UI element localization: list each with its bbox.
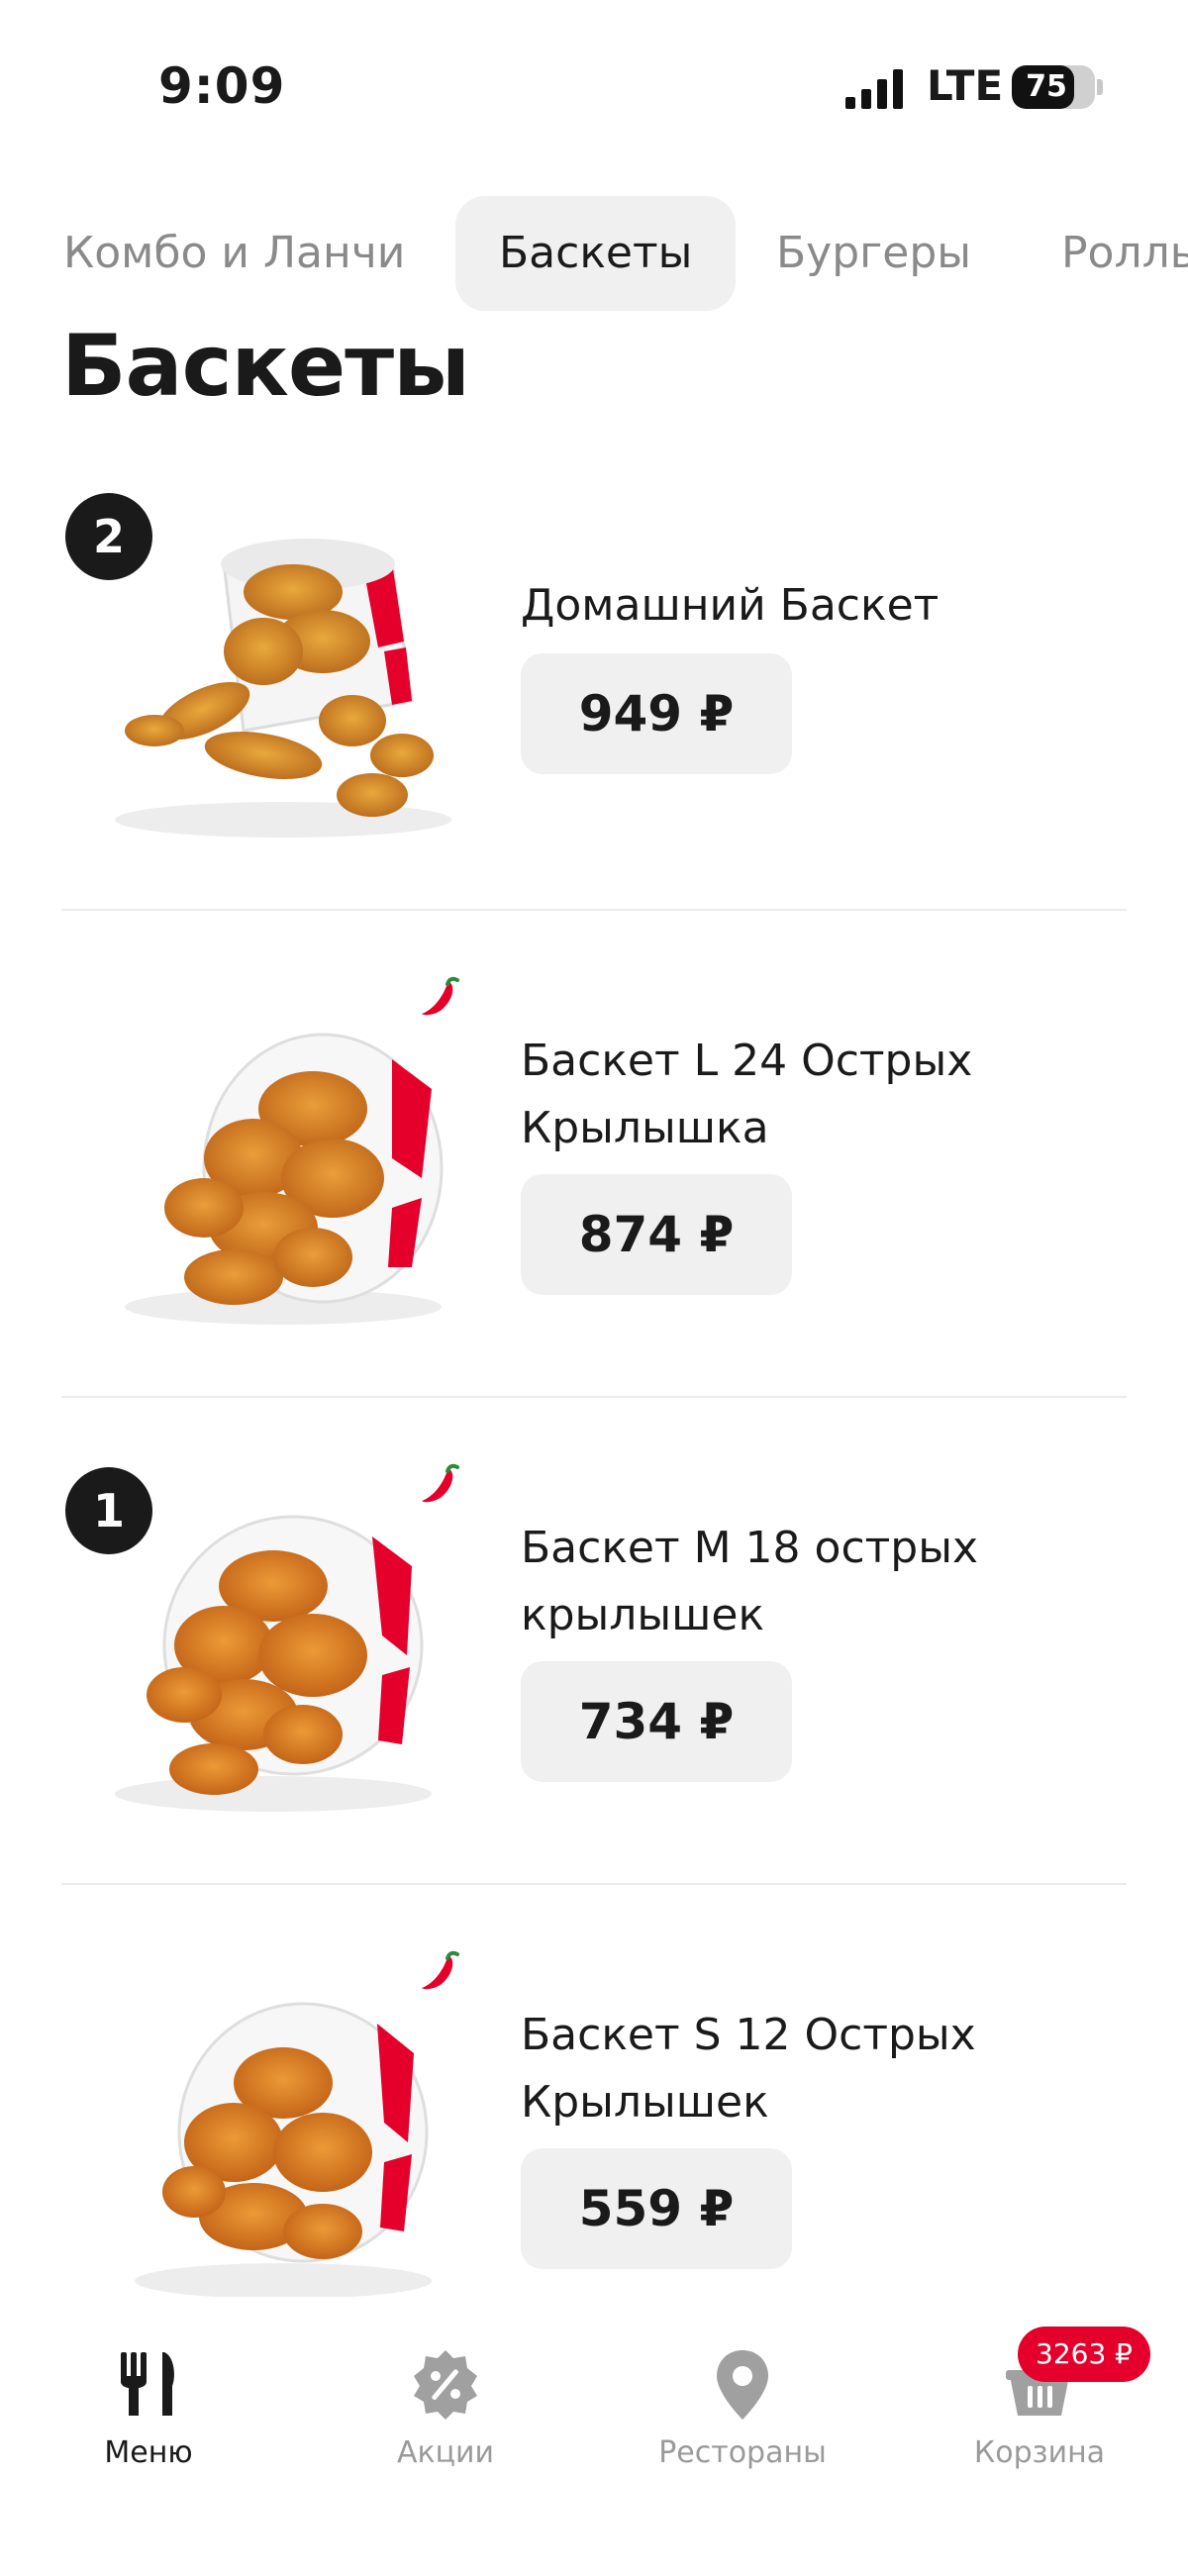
fork-knife-icon <box>121 2352 174 2416</box>
price-button[interactable]: 734 ₽ <box>521 1661 792 1782</box>
signal-icon <box>845 69 903 109</box>
price-button[interactable]: 949 ₽ <box>521 653 792 774</box>
price-button[interactable]: 874 ₽ <box>521 1174 792 1295</box>
status-time: 9:09 <box>158 57 286 115</box>
home-indicator <box>376 2534 812 2548</box>
tab-baskets[interactable]: Баскеты <box>455 196 737 311</box>
product-card[interactable]: 2 Домашний Баскет 949 ₽ <box>0 424 1188 911</box>
tab-rolls[interactable]: Роллы <box>1018 196 1188 311</box>
product-name: Баскет S 12 Острых Крылышек <box>521 2010 976 2128</box>
cart-total-badge: 3263 ₽ <box>1018 2327 1150 2382</box>
category-tabs: Комбо и Ланчи Баскеты Бургеры Роллы <box>0 196 1188 311</box>
tab-combo[interactable]: Комбо и Ланчи <box>20 196 448 311</box>
product-name: Домашний Баскет <box>521 580 940 631</box>
status-bar: 9:09 LTE 75 <box>0 0 1188 178</box>
location-pin-icon <box>717 2350 768 2420</box>
battery-icon: 75 <box>1012 65 1095 109</box>
nav-item-menu[interactable]: Меню <box>0 2297 297 2495</box>
product-card[interactable]: 1 Баскет M 18 острых крылышек 734 ₽ <box>0 1398 1188 1885</box>
nav-label: Меню <box>104 2435 193 2470</box>
product-name: Баскет M 18 острых крылышек <box>521 1523 978 1640</box>
product-image[interactable] <box>95 1984 471 2311</box>
battery-level: 75 <box>1026 69 1067 104</box>
battery-cap <box>1097 79 1103 95</box>
network-type: LTE <box>927 61 1004 110</box>
product-image[interactable] <box>95 523 471 849</box>
tab-burgers[interactable]: Бургеры <box>733 196 1015 311</box>
nav-item-restaurants[interactable]: Рестораны <box>594 2297 891 2495</box>
nav-label: Акции <box>396 2435 495 2470</box>
nav-label: Рестораны <box>658 2435 827 2470</box>
discount-icon <box>414 2350 477 2420</box>
price-button[interactable]: 559 ₽ <box>521 2148 792 2269</box>
nav-item-promotions[interactable]: Акции <box>297 2297 594 2495</box>
page-title: Баскеты <box>61 317 470 416</box>
nav-label: Корзина <box>973 2435 1106 2470</box>
product-name: Баскет L 24 Острых Крылышка <box>521 1036 973 1153</box>
product-card[interactable]: Баскет L 24 Острых Крылышка 874 ₽ <box>0 911 1188 1398</box>
product-image[interactable] <box>95 1010 471 1337</box>
product-image[interactable] <box>95 1497 471 1824</box>
